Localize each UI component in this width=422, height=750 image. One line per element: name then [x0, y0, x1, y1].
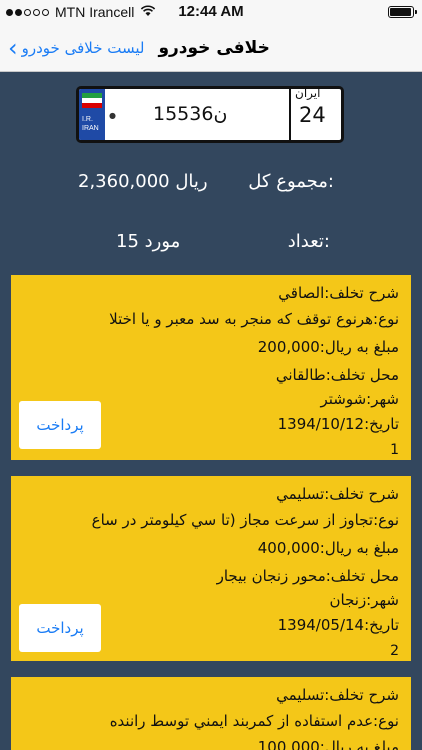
count-value: 15 مورد: [116, 231, 181, 252]
count-label: تعداد:: [287, 231, 330, 252]
back-button[interactable]: ‹ لیست خلافی خودرو: [0, 36, 144, 60]
plate-dot-icon: ●: [109, 111, 116, 120]
chevron-left-icon: ‹: [8, 33, 18, 62]
violation-card: شرح تخلف:تسليمي نوع:عدم استفاده از کمربن…: [11, 677, 411, 750]
violation-description: شرح تخلف:تسليمي: [276, 485, 399, 503]
battery-icon: [388, 6, 417, 18]
plate-region-number: 24: [299, 103, 326, 127]
total-value: 2,360,000 ريال: [78, 171, 208, 192]
plate-country-code: I.R. IRAN: [82, 115, 99, 133]
back-button-label: لیست خلافی خودرو: [21, 38, 145, 57]
plate-divider: [289, 89, 291, 140]
violation-index: 2: [390, 643, 399, 659]
violation-card: شرح تخلف:تسليمي نوع:تجاوز از سرعت مجاز (…: [11, 476, 411, 661]
status-time: 12:44 AM: [178, 3, 244, 20]
violation-city: شهر:شوشتر: [320, 390, 399, 408]
violation-card: شرح تخلف:الصاقي نوع:هرنوع توقف که منجر ب…: [11, 275, 411, 460]
violation-type: نوع:تجاوز از سرعت مجاز (تا سي کيلومتر در…: [91, 511, 399, 529]
pay-button[interactable]: پرداخت: [19, 604, 101, 652]
violation-city: شهر:زنجان: [329, 591, 400, 609]
violation-index: 1: [390, 442, 399, 458]
violation-type: نوع:هرنوع توقف که منجر به سد معبر و يا ا…: [109, 310, 399, 328]
total-label: مجموع کل:: [248, 171, 334, 192]
violation-type: نوع:عدم استفاده از کمربند ايمني توسط ران…: [109, 712, 399, 730]
plate-region-word: ایران: [295, 86, 321, 100]
page-title: خلافی خودرو: [158, 37, 270, 58]
license-plate: I.R. IRAN ● 155ن36 ایران 24: [76, 86, 344, 143]
plate-country-line-2: IRAN: [82, 125, 99, 133]
navigation-bar: ‹ لیست خلافی خودرو خلافی خودرو: [0, 24, 422, 72]
violation-amount: مبلغ به ريال:100,000: [257, 738, 399, 750]
violation-date: تاريخ:1394/10/12: [277, 415, 399, 433]
violation-description: شرح تخلف:الصاقي: [278, 284, 399, 302]
plate-country-strip: I.R. IRAN: [79, 89, 105, 140]
status-bar: MTN Irancell 12:44 AM: [0, 0, 422, 24]
violation-amount: مبلغ به ريال:200,000: [257, 338, 399, 356]
pay-button[interactable]: پرداخت: [19, 401, 101, 449]
violation-description: شرح تخلف:تسليمي: [276, 686, 399, 704]
violation-amount: مبلغ به ريال:400,000: [257, 539, 399, 557]
iran-flag-icon: [82, 93, 102, 108]
plate-country-line-1: I.R.: [82, 116, 93, 123]
plate-number: 155ن36: [153, 103, 228, 125]
violation-location: محل تخلف:محور زنجان بيجار: [216, 567, 399, 585]
violation-date: تاريخ:1394/05/14: [277, 616, 399, 634]
violation-location: محل تخلف:طالقاني: [275, 366, 399, 384]
